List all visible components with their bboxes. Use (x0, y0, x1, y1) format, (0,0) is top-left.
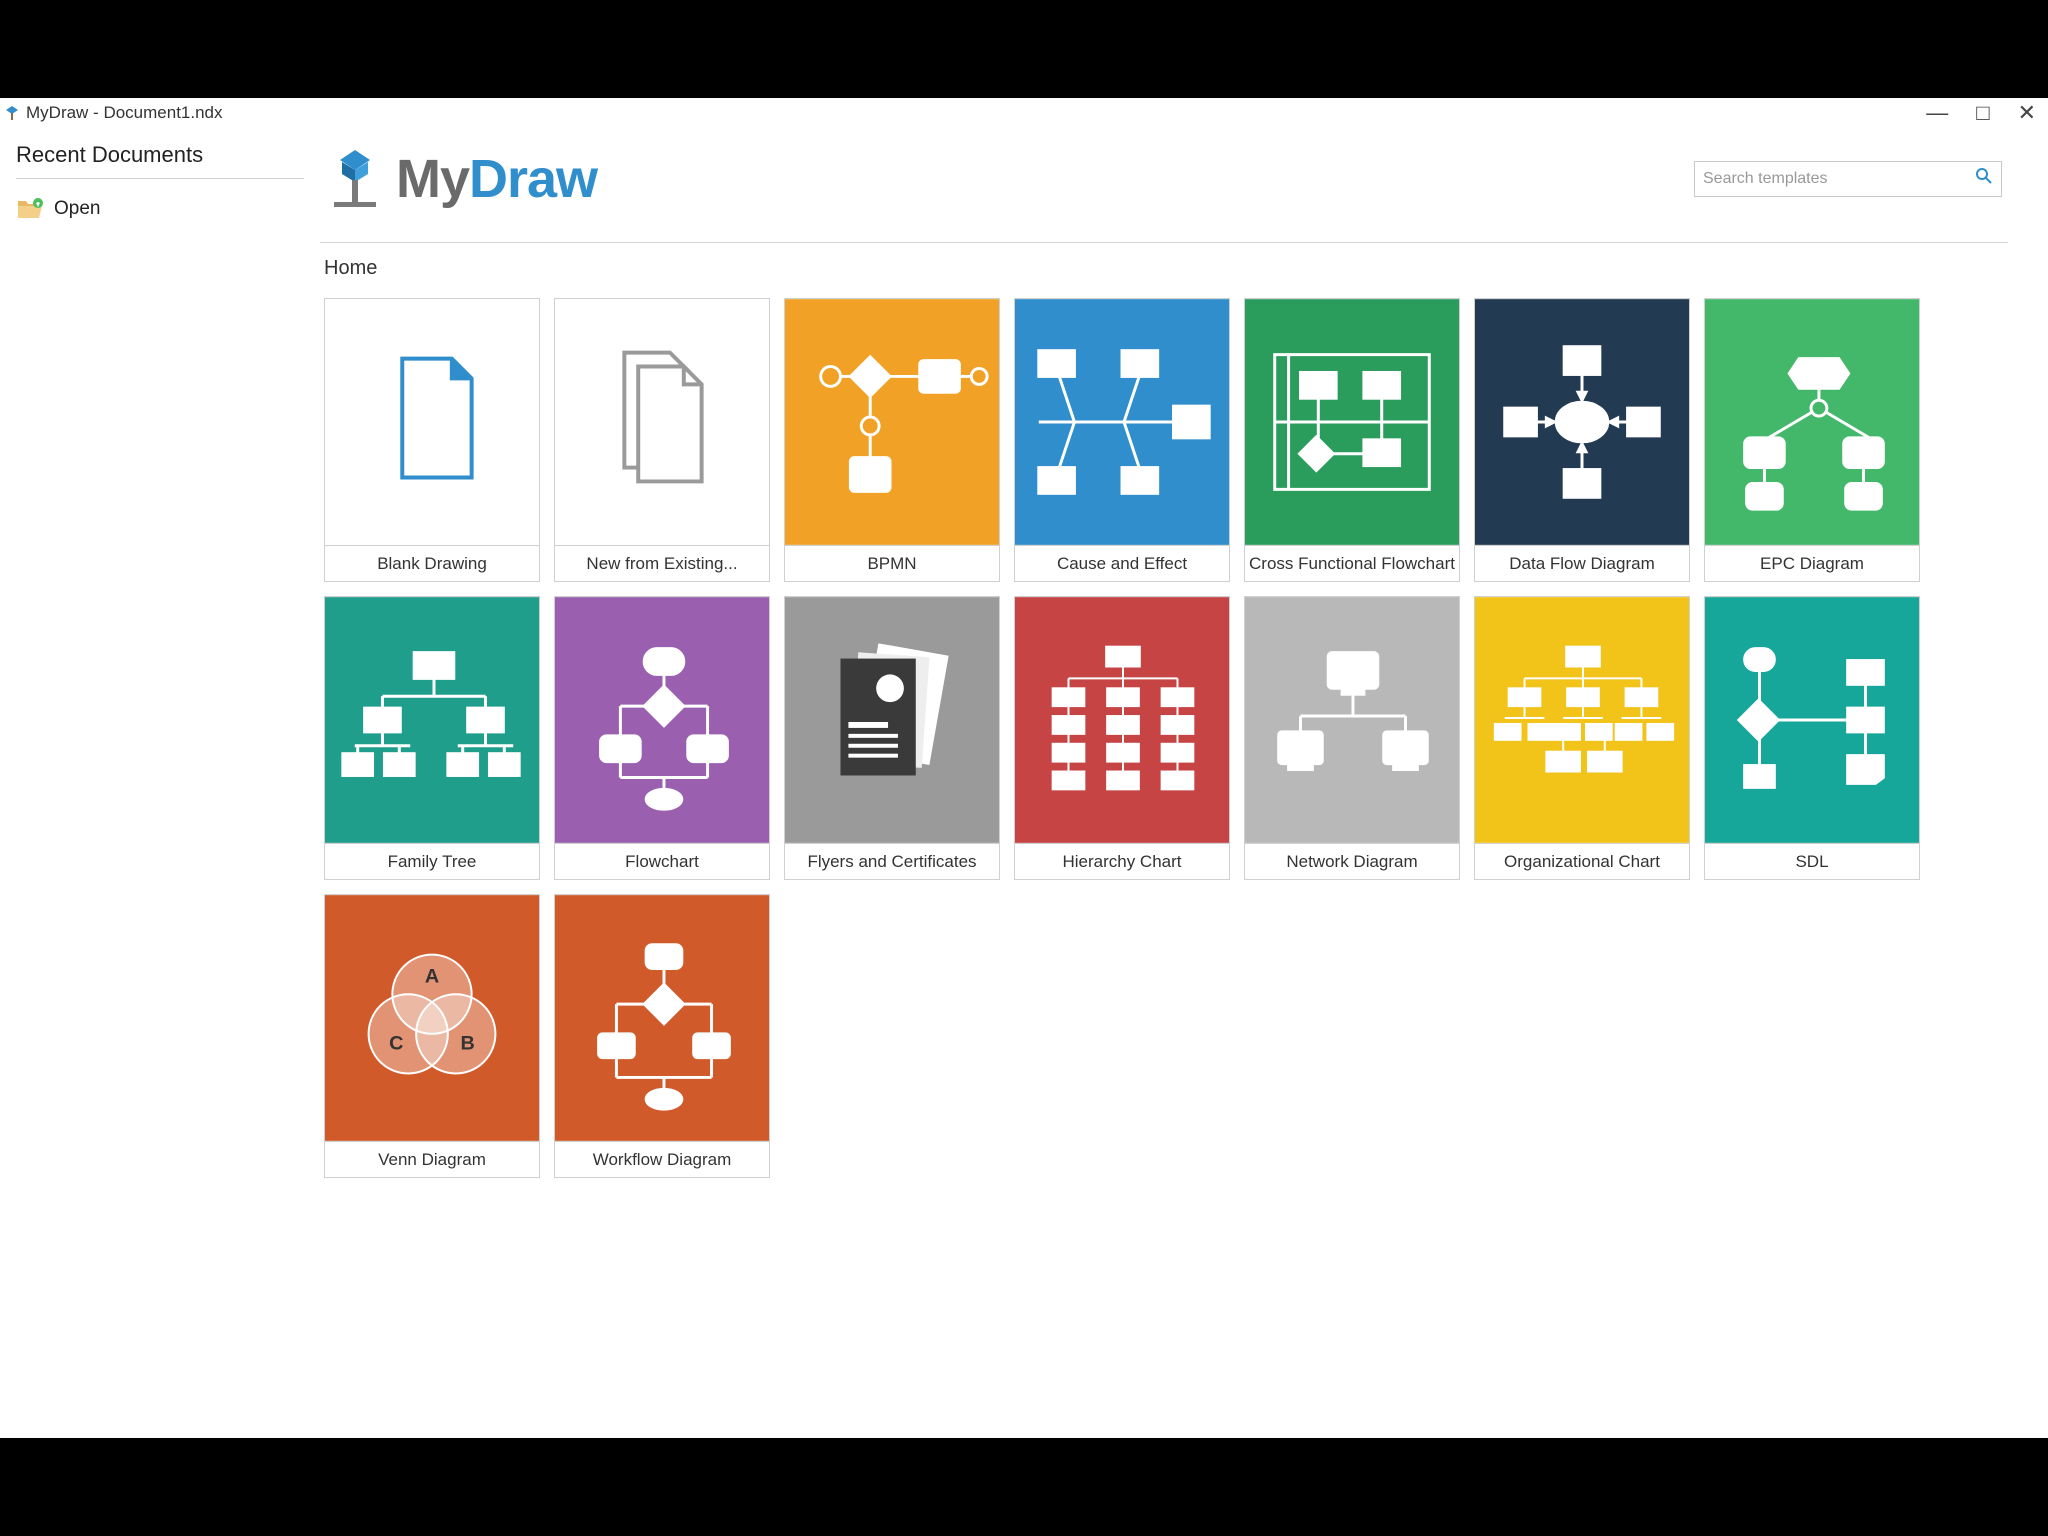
tile-label: Data Flow Diagram (1474, 546, 1690, 582)
maximize-button[interactable]: □ (1976, 100, 1989, 126)
tile-label: Workflow Diagram (554, 1142, 770, 1178)
tile-label: Hierarchy Chart (1014, 844, 1230, 880)
thumb-hierarchy (1014, 596, 1230, 844)
thumb-sdl (1704, 596, 1920, 844)
tile-blank-drawing[interactable]: Blank Drawing (324, 298, 540, 582)
app-icon (4, 105, 20, 121)
svg-text:C: C (389, 1033, 403, 1055)
window-title: MyDraw - Document1.ndx (26, 103, 223, 123)
search-box[interactable] (1694, 161, 2002, 197)
app-window: MyDraw - Document1.ndx — □ ✕ Recent Docu… (0, 98, 2048, 1438)
sidebar: Recent Documents Open (0, 128, 320, 1438)
thumb-family-tree (324, 596, 540, 844)
tile-org-chart[interactable]: Organizational Chart (1474, 596, 1690, 880)
thumb-bpmn (784, 298, 1000, 546)
thumb-flowchart (554, 596, 770, 844)
tile-label: Flyers and Certificates (784, 844, 1000, 880)
open-label: Open (54, 198, 100, 220)
tile-cross-functional[interactable]: Cross Functional Flowchart (1244, 298, 1460, 582)
tile-label: Flowchart (554, 844, 770, 880)
template-grid: Blank Drawing New from Exis (320, 298, 2008, 1178)
tile-label: Cross Functional Flowchart (1244, 546, 1460, 582)
tile-label: SDL (1704, 844, 1920, 880)
search-icon[interactable] (1975, 167, 1993, 191)
tile-network[interactable]: Network Diagram (1244, 596, 1460, 880)
tile-sdl[interactable]: SDL (1704, 596, 1920, 880)
tile-workflow[interactable]: Workflow Diagram (554, 894, 770, 1178)
tile-data-flow[interactable]: Data Flow Diagram (1474, 298, 1690, 582)
thumb-workflow (554, 894, 770, 1142)
thumb-epc (1704, 298, 1920, 546)
tile-venn[interactable]: A C B Venn Diagram (324, 894, 540, 1178)
tile-label: EPC Diagram (1704, 546, 1920, 582)
thumb-flyers (784, 596, 1000, 844)
thumb-cause-effect (1014, 298, 1230, 546)
tile-label: BPMN (784, 546, 1000, 582)
sidebar-divider (16, 178, 304, 179)
sidebar-title: Recent Documents (16, 142, 304, 168)
close-button[interactable]: ✕ (2018, 100, 2036, 126)
tile-cause-effect[interactable]: Cause and Effect (1014, 298, 1230, 582)
thumb-blank-drawing (324, 298, 540, 546)
open-button[interactable]: Open (16, 197, 304, 221)
tile-label: Network Diagram (1244, 844, 1460, 880)
svg-text:B: B (461, 1033, 475, 1055)
tile-new-from-existing[interactable]: New from Existing... (554, 298, 770, 582)
logo: MyDraw (324, 146, 597, 212)
search-input[interactable] (1703, 170, 1975, 188)
svg-text:A: A (425, 965, 439, 987)
tile-epc[interactable]: EPC Diagram (1704, 298, 1920, 582)
thumb-cross-functional (1244, 298, 1460, 546)
tile-label: Venn Diagram (324, 1142, 540, 1178)
tile-label: Organizational Chart (1474, 844, 1690, 880)
tile-label: Family Tree (324, 844, 540, 880)
tile-flyers[interactable]: Flyers and Certificates (784, 596, 1000, 880)
minimize-button[interactable]: — (1926, 100, 1948, 126)
thumb-data-flow (1474, 298, 1690, 546)
tile-label: New from Existing... (554, 546, 770, 582)
tile-label: Cause and Effect (1014, 546, 1230, 582)
tile-flowchart[interactable]: Flowchart (554, 596, 770, 880)
breadcrumb[interactable]: Home (320, 243, 2008, 298)
tile-bpmn[interactable]: BPMN (784, 298, 1000, 582)
tile-label: Blank Drawing (324, 546, 540, 582)
tile-family-tree[interactable]: Family Tree (324, 596, 540, 880)
thumb-network (1244, 596, 1460, 844)
thumb-org-chart (1474, 596, 1690, 844)
main-area: MyDraw Home (320, 128, 2048, 1438)
titlebar: MyDraw - Document1.ndx — □ ✕ (0, 98, 2048, 128)
thumb-new-from-existing (554, 298, 770, 546)
folder-open-icon (16, 197, 44, 221)
thumb-venn: A C B (324, 894, 540, 1142)
tile-hierarchy[interactable]: Hierarchy Chart (1014, 596, 1230, 880)
logo-text: MyDraw (396, 148, 597, 210)
